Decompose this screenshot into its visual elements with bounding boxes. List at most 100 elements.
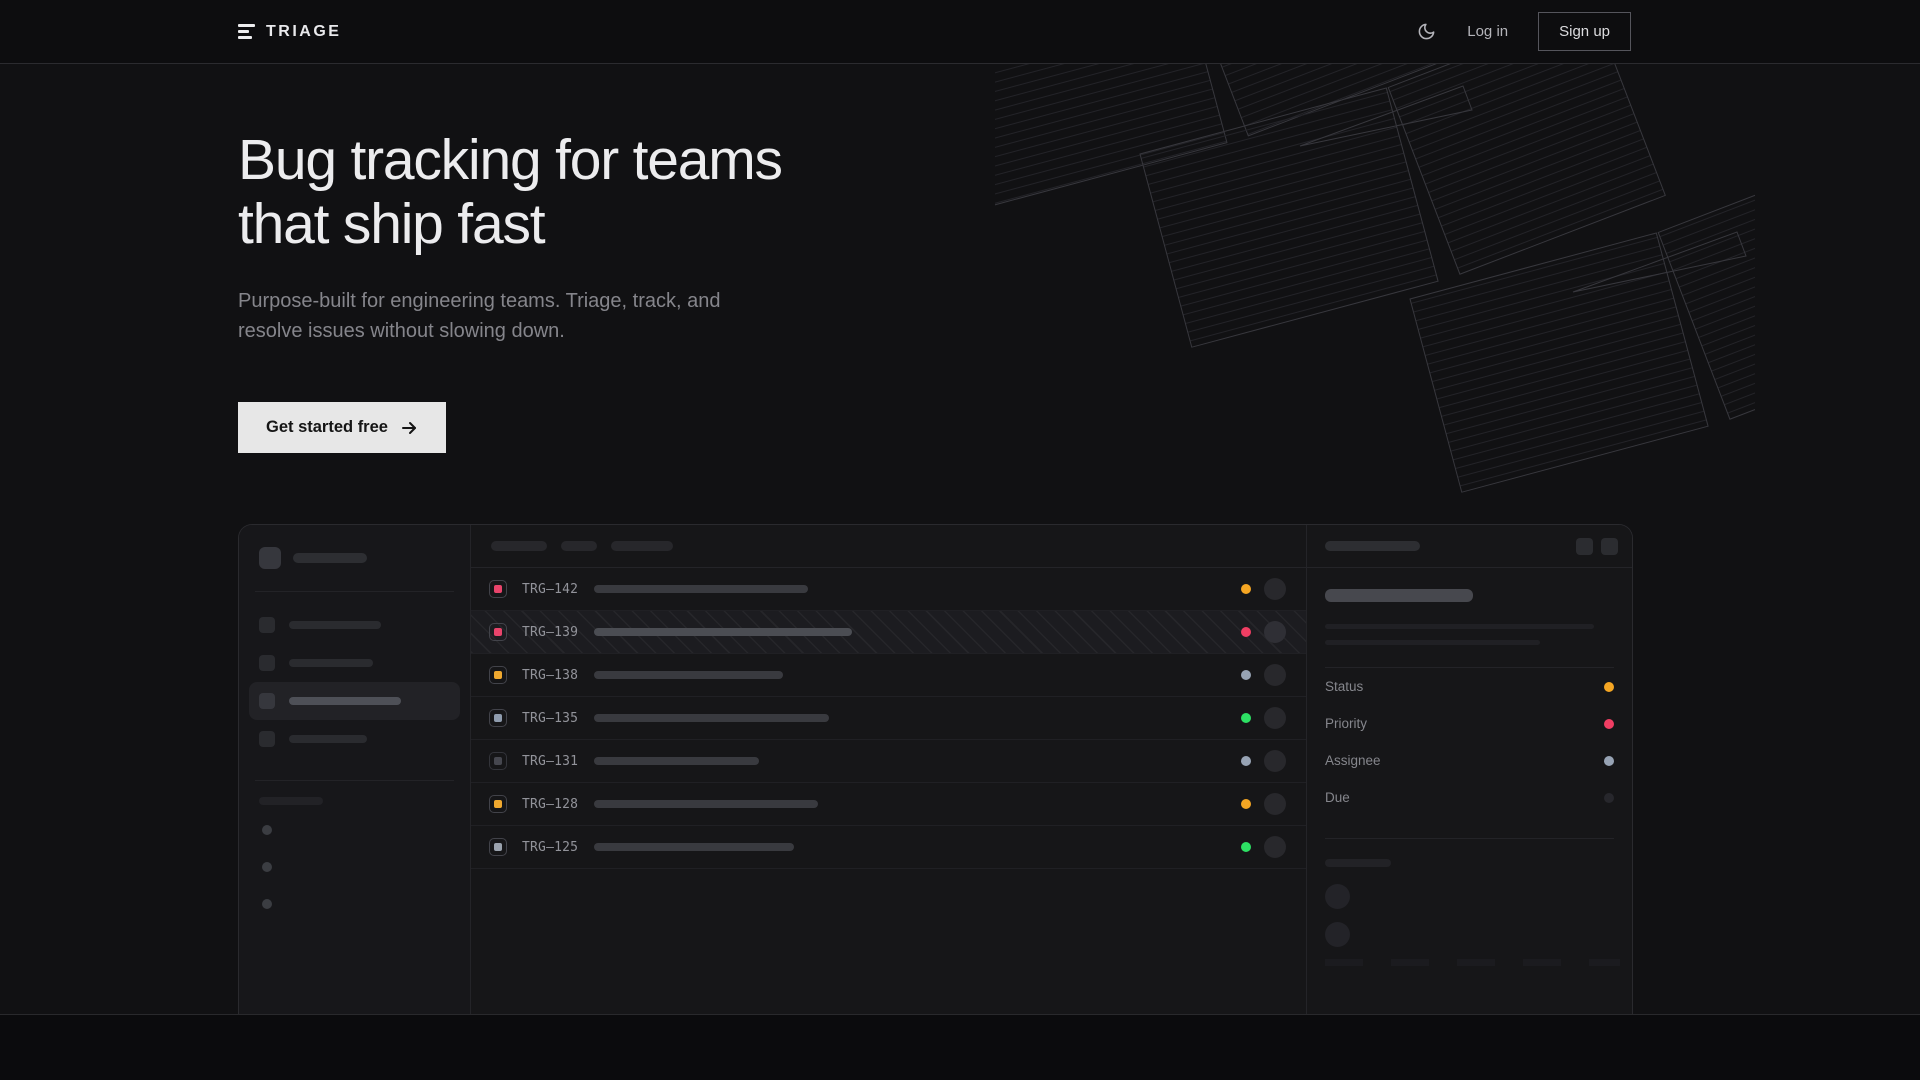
mock-issue-list: TRG–142 TRG–139 xyxy=(471,525,1307,1014)
theme-toggle-moon-icon[interactable] xyxy=(1415,21,1437,43)
get-started-label: Get started free xyxy=(266,418,388,437)
dot xyxy=(262,862,272,872)
footer-strip xyxy=(0,1014,1920,1080)
mock-nav-icon xyxy=(259,617,275,633)
hero-title-line1: Bug tracking for teams xyxy=(238,128,782,192)
mock-tab-placeholder xyxy=(611,541,673,551)
issue-title-placeholder xyxy=(594,757,759,765)
mock-nav-label-placeholder xyxy=(289,697,401,705)
hero-title: Bug tracking for teams that ship fast xyxy=(238,128,1920,256)
mock-icon-button xyxy=(1576,538,1593,555)
mock-tab-placeholder xyxy=(561,541,597,551)
app-mockup-card: TRG–142 TRG–139 xyxy=(238,524,1633,1014)
mock-nav-list xyxy=(259,606,450,758)
issue-row: TRG–125 xyxy=(471,826,1306,869)
mock-dashed-strip xyxy=(1325,959,1620,966)
status-dot xyxy=(1241,670,1251,680)
assignee-avatar xyxy=(1264,578,1286,600)
assignee-avatar xyxy=(1264,707,1286,729)
mock-list-tabs xyxy=(471,525,1306,567)
issue-type-icon xyxy=(489,752,507,770)
mock-workspace-logo xyxy=(259,547,281,569)
assignee-avatar xyxy=(1264,836,1286,858)
mock-sidebar xyxy=(239,525,471,1014)
issue-type-icon xyxy=(489,795,507,813)
status-dot xyxy=(1241,627,1251,637)
issue-id: TRG–128 xyxy=(522,797,578,812)
assignee-avatar xyxy=(1264,750,1286,772)
divider xyxy=(1325,838,1614,839)
issue-type-icon xyxy=(489,709,507,727)
status-dot xyxy=(1241,584,1251,594)
signup-button[interactable]: Sign up xyxy=(1538,12,1631,51)
brand-name: TRIAGE xyxy=(266,23,341,41)
mock-avatar xyxy=(1325,922,1350,947)
top-nav: TRIAGE Log in Sign up xyxy=(0,0,1920,64)
mock-nav-item xyxy=(249,606,460,644)
mock-nav-label-placeholder xyxy=(289,659,373,667)
divider xyxy=(255,591,454,592)
mock-nav-icon xyxy=(259,731,275,747)
mock-nav-label-placeholder xyxy=(289,621,381,629)
status-dot xyxy=(1241,842,1251,852)
issue-title-placeholder xyxy=(594,843,794,851)
mock-detail-panel: Status Priority Assignee Due xyxy=(1307,525,1632,1014)
mock-detail-header xyxy=(1307,525,1632,567)
hero-title-line2: that ship fast xyxy=(238,192,544,256)
field-row-assignee: Assignee xyxy=(1325,742,1614,779)
issue-id: TRG–131 xyxy=(522,754,578,769)
field-row-due: Due xyxy=(1325,779,1614,816)
dot xyxy=(262,825,272,835)
get-started-button[interactable]: Get started free xyxy=(238,402,446,453)
mock-text-line-placeholder xyxy=(1325,624,1594,629)
login-link[interactable]: Log in xyxy=(1467,23,1508,40)
mock-nav-item-active xyxy=(249,682,460,720)
assignee-avatar xyxy=(1264,664,1286,686)
mock-section-label-placeholder xyxy=(1325,859,1391,867)
due-value-dot xyxy=(1604,793,1614,803)
mock-avatar xyxy=(1325,884,1350,909)
mock-text-line-placeholder xyxy=(1325,640,1540,645)
issue-id: TRG–125 xyxy=(522,840,578,855)
mock-issue-title-placeholder xyxy=(1325,589,1473,602)
hero-copy: Bug tracking for teams that ship fast Pu… xyxy=(0,64,1920,453)
mock-nav-icon xyxy=(259,693,275,709)
status-value-dot xyxy=(1604,682,1614,692)
issue-title-placeholder xyxy=(594,714,829,722)
mock-workspace-row xyxy=(259,547,450,569)
mock-icon-button xyxy=(1601,538,1618,555)
priority-value-dot xyxy=(1604,719,1614,729)
mock-sidebar-dots xyxy=(262,825,450,909)
issue-title-placeholder xyxy=(594,585,808,593)
issue-title-placeholder xyxy=(594,671,783,679)
issue-type-icon xyxy=(489,666,507,684)
issue-row-highlighted: TRG–139 xyxy=(471,611,1306,654)
hero-subtitle-line2: resolve issues without slowing down. xyxy=(238,320,565,342)
issue-id: TRG–138 xyxy=(522,668,578,683)
brand-logo[interactable]: TRIAGE xyxy=(238,23,341,41)
status-dot xyxy=(1241,713,1251,723)
arrow-right-icon xyxy=(400,419,418,437)
landing-page: TRIAGE Log in Sign up xyxy=(0,0,1920,1080)
issue-row: TRG–135 xyxy=(471,697,1306,740)
field-row-status: Status xyxy=(1325,668,1614,705)
mock-list-body: TRG–142 TRG–139 xyxy=(471,567,1306,869)
mock-detail-body: Status Priority Assignee Due xyxy=(1307,567,1632,966)
mock-nav-item xyxy=(249,720,460,758)
hero-subtitle: Purpose-built for engineering teams. Tri… xyxy=(238,286,1920,346)
assignee-value-dot xyxy=(1604,756,1614,766)
mock-section-label-placeholder xyxy=(259,797,323,805)
hero-section: Bug tracking for teams that ship fast Pu… xyxy=(0,64,1920,1014)
issue-row: TRG–131 xyxy=(471,740,1306,783)
issue-type-icon xyxy=(489,838,507,856)
issue-row: TRG–142 xyxy=(471,568,1306,611)
issue-id: TRG–142 xyxy=(522,582,578,597)
issue-title-placeholder xyxy=(594,800,818,808)
hero-subtitle-line1: Purpose-built for engineering teams. Tri… xyxy=(238,290,720,312)
mock-workspace-title-placeholder xyxy=(293,553,367,563)
status-dot xyxy=(1241,756,1251,766)
dot xyxy=(262,899,272,909)
nav-actions: Log in Sign up xyxy=(1415,12,1631,51)
field-label: Priority xyxy=(1325,716,1367,731)
mock-nav-label-placeholder xyxy=(289,735,367,743)
